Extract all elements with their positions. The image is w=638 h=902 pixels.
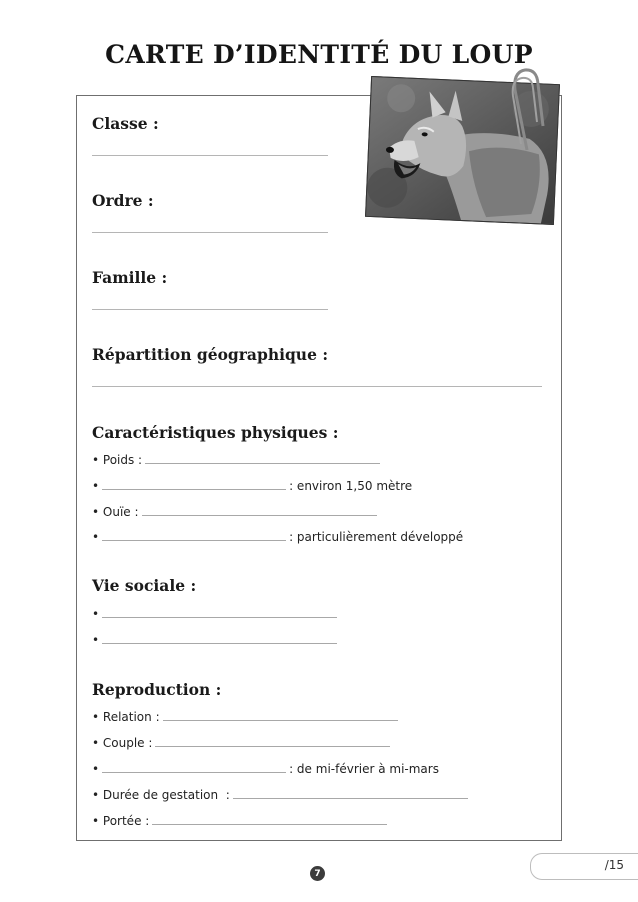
score-text: /15 xyxy=(604,858,624,872)
answer-line-ordre[interactable] xyxy=(92,232,328,233)
answer-line-vie-sociale-1[interactable] xyxy=(102,606,338,618)
answer-line-vie-sociale-2[interactable] xyxy=(102,632,338,644)
label-ouie: • Ouïe : xyxy=(92,505,139,519)
list-item-vie-sociale-2: • xyxy=(92,632,340,647)
list-item-couple: • Couple : xyxy=(92,735,393,750)
answer-line-relation[interactable] xyxy=(162,709,398,721)
list-item-portee: • Portée : xyxy=(92,813,390,828)
bullet: • xyxy=(92,633,100,647)
bullet: • xyxy=(92,607,100,621)
section-caracteristiques: Caractéristiques physiques : xyxy=(92,423,339,442)
answer-line-portee[interactable] xyxy=(152,813,388,825)
page-number: 7 xyxy=(310,866,325,881)
section-ordre: Ordre : xyxy=(92,191,154,210)
label-poids: • Poids : xyxy=(92,453,143,467)
list-item-gestation: • Durée de gestation : xyxy=(92,787,471,802)
list-item-vie-sociale-1: • xyxy=(92,606,340,621)
label-sens-suffix: : particulièrement développé xyxy=(289,530,464,544)
section-repartition: Répartition géographique : xyxy=(92,345,329,364)
list-item-relation: • Relation : xyxy=(92,709,401,724)
answer-line-ouie[interactable] xyxy=(141,504,377,516)
answer-line-gestation[interactable] xyxy=(232,787,468,799)
answer-line-taille[interactable] xyxy=(102,478,287,490)
bullet: • xyxy=(92,479,100,493)
section-classe: Classe : xyxy=(92,114,159,133)
label-portee: • Portée : xyxy=(92,814,150,828)
list-item-periode: • : de mi-février à mi-mars xyxy=(92,761,439,776)
paperclip-icon xyxy=(511,68,545,151)
answer-line-couple[interactable] xyxy=(155,735,391,747)
answer-line-sens[interactable] xyxy=(102,529,287,541)
answer-line-classe[interactable] xyxy=(92,155,328,156)
bullet: • xyxy=(92,530,100,544)
label-couple: • Couple : xyxy=(92,736,153,750)
label-periode-suffix: : de mi-février à mi-mars xyxy=(289,762,439,776)
list-item-taille: • : environ 1,50 mètre xyxy=(92,478,412,493)
answer-line-famille[interactable] xyxy=(92,309,328,310)
bullet: • xyxy=(92,762,100,776)
section-famille: Famille : xyxy=(92,268,168,287)
list-item-sens: • : particulièrement développé xyxy=(92,529,463,544)
list-item-poids: • Poids : xyxy=(92,452,383,467)
section-vie-sociale: Vie sociale : xyxy=(92,576,197,595)
page-title: CARTE D’IDENTITÉ DU LOUP xyxy=(105,40,533,69)
section-reproduction: Reproduction : xyxy=(92,680,222,699)
label-gestation: • Durée de gestation : xyxy=(92,788,230,802)
answer-line-periode[interactable] xyxy=(102,761,287,773)
label-taille-suffix: : environ 1,50 mètre xyxy=(289,479,413,493)
answer-line-repartition[interactable] xyxy=(92,386,542,387)
score-box: /15 xyxy=(530,853,638,880)
list-item-ouie: • Ouïe : xyxy=(92,504,380,519)
label-relation: • Relation : xyxy=(92,710,160,724)
answer-line-poids[interactable] xyxy=(145,452,381,464)
